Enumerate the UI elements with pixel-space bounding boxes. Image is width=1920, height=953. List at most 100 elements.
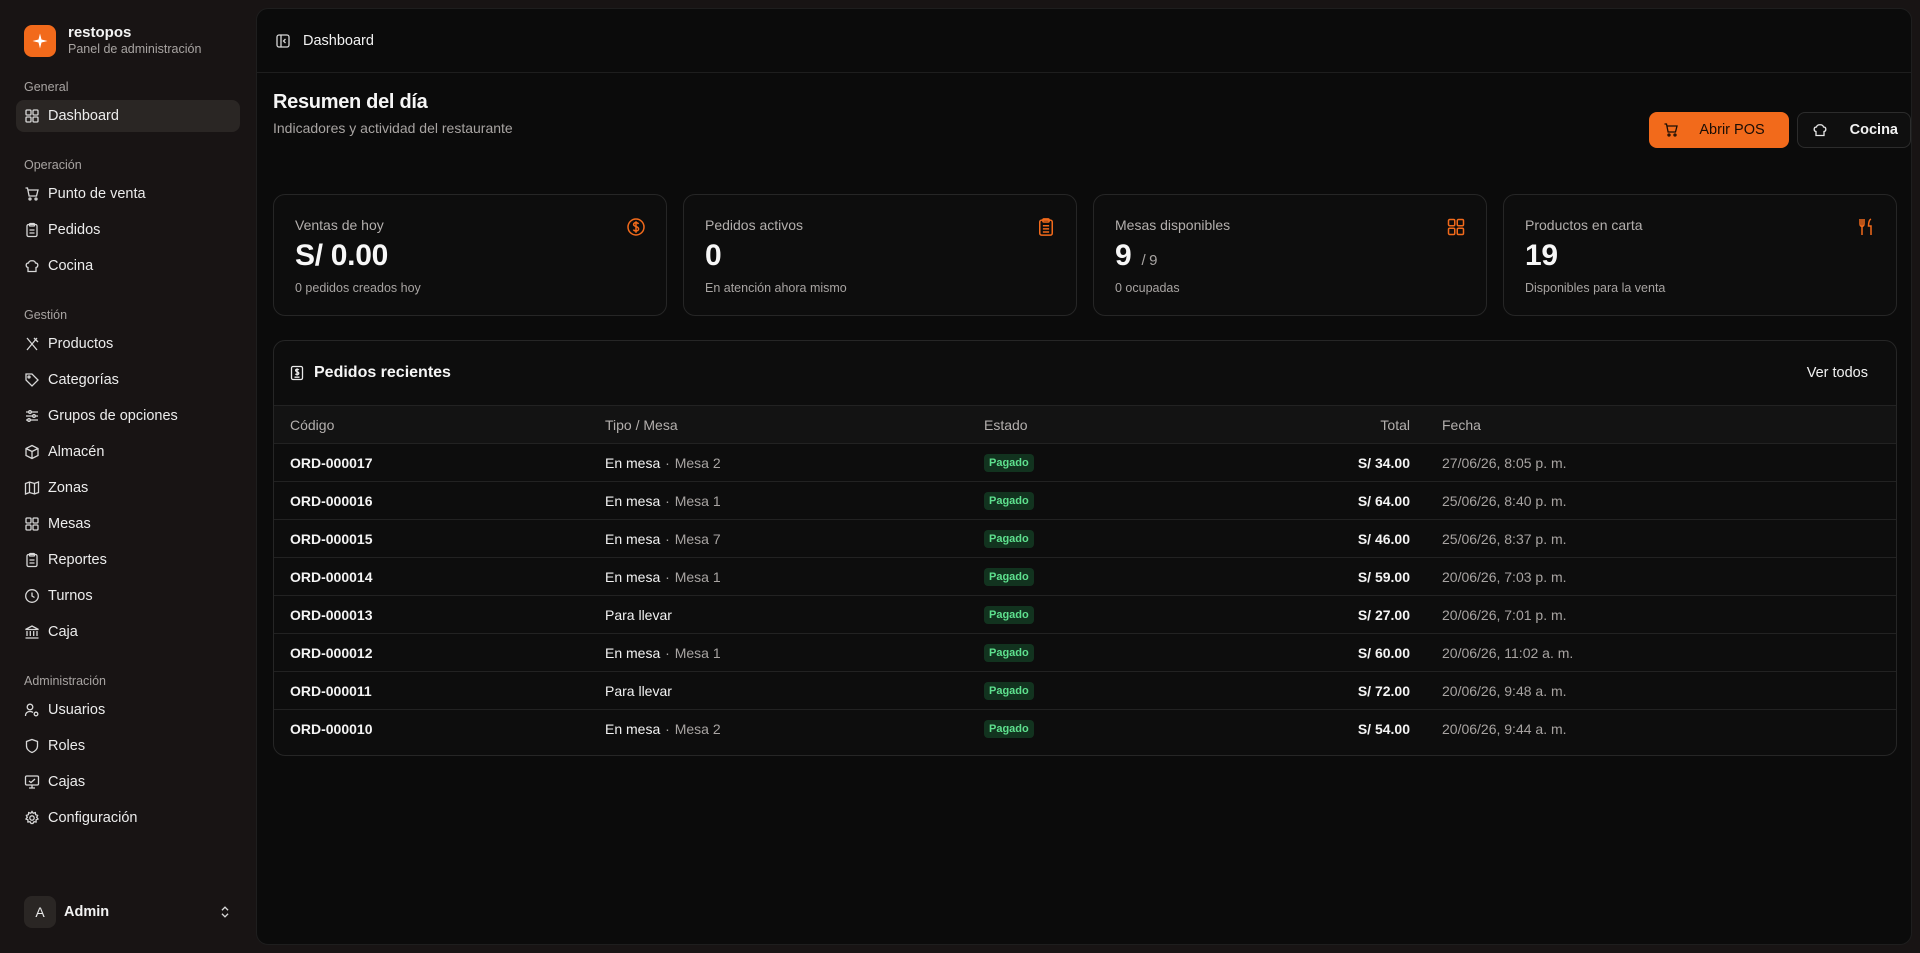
status-badge: Pagado xyxy=(984,454,1034,472)
grid-icon xyxy=(25,109,39,123)
order-status: Pagado xyxy=(984,557,1162,596)
order-code: ORD-000011 xyxy=(274,671,605,710)
table-row[interactable]: ORD-000015 En mesa · Mesa 7 Pagado S/ 46… xyxy=(274,519,1896,558)
grid-icon xyxy=(1447,218,1465,236)
order-type: En mesa · Mesa 7 xyxy=(605,519,984,558)
nav-group-administracion: Administración Usuarios Roles Cajas Conf… xyxy=(16,672,240,834)
user-cog-icon xyxy=(24,703,39,717)
cart-icon xyxy=(1664,123,1679,137)
sidebar-item-label: Cocina xyxy=(48,258,94,274)
order-total: S/ 27.00 xyxy=(1162,595,1426,634)
sidebar-item-configuracion[interactable]: Configuración xyxy=(16,802,240,834)
orders-table-body: ORD-000017 En mesa · Mesa 2 Pagado S/ 34… xyxy=(274,443,1896,748)
sidebar-toggle-icon[interactable] xyxy=(275,33,291,49)
order-status: Pagado xyxy=(984,633,1162,672)
status-badge: Pagado xyxy=(984,682,1034,700)
sidebar-item-label: Pedidos xyxy=(48,222,101,238)
nav-group-label: Gestión xyxy=(24,308,68,322)
order-status: Pagado xyxy=(984,443,1162,482)
nav-group-operacion: Operación Punto de venta Pedidos Cocina xyxy=(16,156,240,282)
recent-orders-header: Pedidos recientes Ver todos xyxy=(274,341,1896,405)
page-header: Resumen del día Indicadores y actividad … xyxy=(273,91,513,136)
order-code: ORD-000014 xyxy=(274,557,605,596)
sidebar-item-turnos[interactable]: Turnos xyxy=(16,580,240,612)
order-total: S/ 72.00 xyxy=(1162,671,1426,710)
order-code: ORD-000017 xyxy=(274,443,605,482)
grid-icon xyxy=(25,517,39,531)
table-row[interactable]: ORD-000011 Para llevar Pagado S/ 72.00 2… xyxy=(274,671,1896,710)
stat-number: 0 xyxy=(705,239,722,272)
receipt-icon xyxy=(290,365,304,381)
main-panel: Dashboard Resumen del día Indicadores y … xyxy=(256,8,1912,945)
sidebar-item-almacen[interactable]: Almacén xyxy=(16,436,240,468)
stat-total: / 9 xyxy=(1141,252,1158,269)
table-row[interactable]: ORD-000014 En mesa · Mesa 1 Pagado S/ 59… xyxy=(274,557,1896,596)
table-row[interactable]: ORD-000016 En mesa · Mesa 1 Pagado S/ 64… xyxy=(274,481,1896,520)
open-pos-button[interactable]: Abrir POS xyxy=(1649,112,1789,148)
chef-hat-icon xyxy=(25,260,39,273)
order-type-label: En mesa xyxy=(605,720,661,737)
tag-icon xyxy=(25,373,39,387)
brand[interactable]: restopos Panel de administración xyxy=(24,24,201,57)
order-total: S/ 60.00 xyxy=(1162,633,1426,672)
sidebar-item-label: Turnos xyxy=(48,588,93,604)
nav-group-general: General Dashboard xyxy=(16,78,240,132)
stats-row: Ventas de hoy S/ 0.00 0 pedidos creados … xyxy=(273,194,1897,316)
page-title: Resumen del día xyxy=(273,91,428,113)
table-row[interactable]: ORD-000010 En mesa · Mesa 2 Pagado S/ 54… xyxy=(274,709,1896,748)
order-type: En mesa · Mesa 1 xyxy=(605,633,984,672)
sidebar-item-caja[interactable]: Caja xyxy=(16,616,240,648)
order-total: S/ 59.00 xyxy=(1162,557,1426,596)
topbar: Dashboard xyxy=(257,9,1911,73)
sidebar-item-label: Cajas xyxy=(48,774,86,790)
sidebar-item-label: Caja xyxy=(48,624,78,640)
sidebar-item-productos[interactable]: Productos xyxy=(16,328,240,360)
order-status: Pagado xyxy=(984,671,1162,710)
kitchen-button[interactable]: Cocina xyxy=(1796,112,1911,148)
stat-footnote: Disponibles para la venta xyxy=(1525,281,1666,295)
order-table: Mesa 7 xyxy=(674,530,721,547)
sidebar-item-grupos-de-opciones[interactable]: Grupos de opciones xyxy=(16,400,240,432)
order-type-label: Para llevar xyxy=(605,682,672,699)
order-type-label: En mesa xyxy=(605,530,661,547)
sidebar-item-categorias[interactable]: Categorías xyxy=(16,364,240,396)
sidebar-item-dashboard[interactable]: Dashboard xyxy=(16,100,240,132)
sliders-icon xyxy=(26,410,38,422)
sidebar-item-cajas[interactable]: Cajas xyxy=(16,766,240,798)
sidebar-item-zonas[interactable]: Zonas xyxy=(16,472,240,504)
sidebar-item-punto-de-venta[interactable]: Punto de venta xyxy=(16,178,240,210)
utensils-icon xyxy=(1859,218,1872,235)
status-badge: Pagado xyxy=(984,568,1034,586)
table-row[interactable]: ORD-000012 En mesa · Mesa 1 Pagado S/ 60… xyxy=(274,633,1896,672)
sidebar-item-label: Dashboard xyxy=(48,108,119,124)
stat-card-sales: Ventas de hoy S/ 0.00 0 pedidos creados … xyxy=(273,194,667,316)
sidebar-item-usuarios[interactable]: Usuarios xyxy=(16,694,240,726)
sidebar-item-cocina[interactable]: Cocina xyxy=(16,250,240,282)
order-date: 20/06/26, 9:48 a. m. xyxy=(1426,671,1896,710)
sidebar-item-reportes[interactable]: Reportes xyxy=(16,544,240,576)
sidebar-nav: General Dashboard Operación Punto de ven… xyxy=(16,78,240,834)
order-date: 20/06/26, 7:03 p. m. xyxy=(1426,557,1896,596)
sidebar-item-mesas[interactable]: Mesas xyxy=(16,508,240,540)
dollar-circle-icon xyxy=(627,218,645,236)
table-header-row: Código Tipo / Mesa Estado Total Fecha xyxy=(274,405,1896,444)
cart-icon xyxy=(25,187,39,201)
user-menu[interactable]: A Admin xyxy=(24,896,232,928)
recent-orders-card: Pedidos recientes Ver todos Código Tipo … xyxy=(273,340,1897,756)
chevrons-up-down-icon xyxy=(221,906,229,918)
bank-icon xyxy=(25,625,39,639)
clock-icon xyxy=(25,589,39,603)
breadcrumb[interactable]: Dashboard xyxy=(303,33,374,49)
order-code: ORD-000016 xyxy=(274,481,605,520)
table-row[interactable]: ORD-000017 En mesa · Mesa 2 Pagado S/ 34… xyxy=(274,443,1896,482)
gear-icon xyxy=(24,810,40,825)
order-date: 20/06/26, 7:01 p. m. xyxy=(1426,595,1896,634)
clipboard-icon xyxy=(26,552,38,568)
order-type: En mesa · Mesa 1 xyxy=(605,557,984,596)
sidebar-item-roles[interactable]: Roles xyxy=(16,730,240,762)
chef-hat-icon xyxy=(1813,124,1827,137)
table-row[interactable]: ORD-000013 Para llevar Pagado S/ 27.00 2… xyxy=(274,595,1896,634)
order-type: Para llevar xyxy=(605,595,984,634)
sidebar-item-pedidos[interactable]: Pedidos xyxy=(16,214,240,246)
see-all-link[interactable]: Ver todos xyxy=(1807,365,1868,381)
